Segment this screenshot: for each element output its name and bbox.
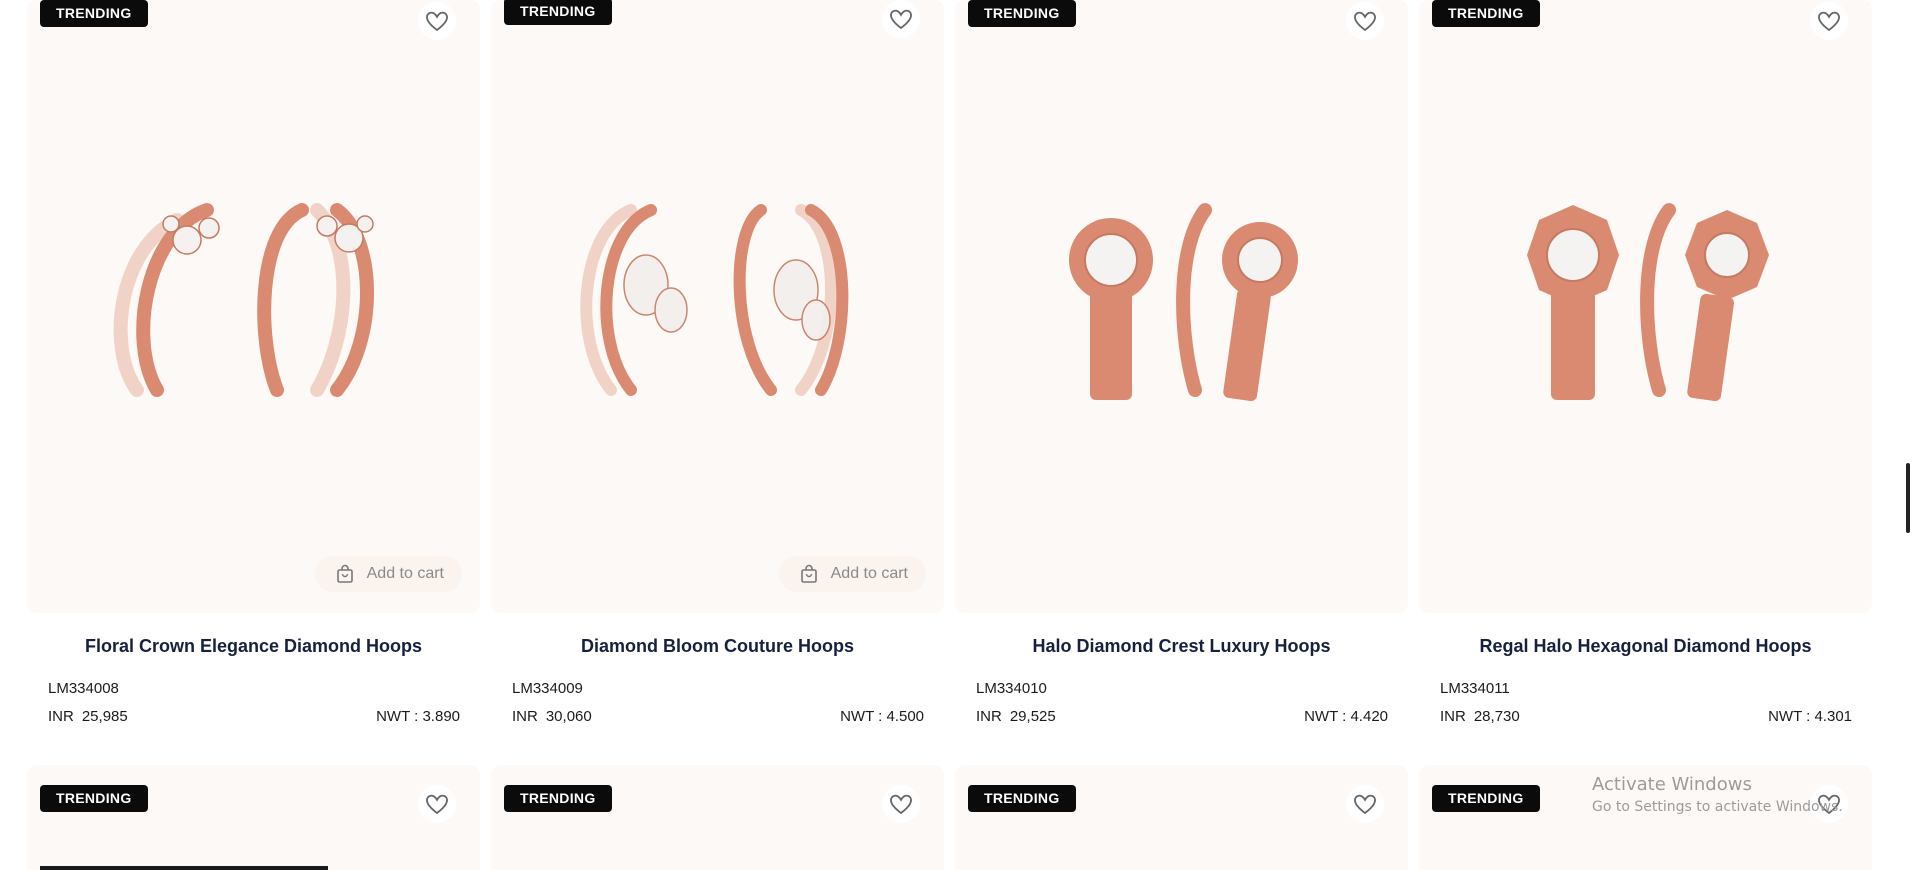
bottom-progress-bar [40, 866, 328, 870]
wishlist-button[interactable] [1346, 2, 1384, 40]
page-scrollbar[interactable] [1900, 0, 1912, 870]
product-nwt: NWT : 4.301 [1768, 708, 1852, 725]
price-value: 30,060 [545, 708, 592, 725]
currency: INR [512, 708, 538, 725]
product-sku: LM334008 [48, 680, 119, 697]
product-price: INR 25,985 [48, 708, 128, 725]
earring-image [1069, 203, 1298, 402]
product-nwt: NWT : 4.500 [840, 708, 924, 725]
product-image-area[interactable] [1419, 0, 1872, 613]
price-value: 28,730 [1473, 708, 1520, 725]
product-sku: LM334010 [976, 680, 1047, 697]
price-value: 29,525 [1009, 708, 1056, 725]
wishlist-button[interactable] [1810, 2, 1848, 40]
add-to-cart-label: Add to cart [830, 565, 908, 582]
product-price: INR 28,730 [1440, 708, 1520, 725]
product-image-area[interactable]: Add to cart [27, 0, 480, 613]
price-value: 25,985 [81, 708, 128, 725]
product-price: INR 29,525 [976, 708, 1056, 725]
shopping-bag-icon [336, 564, 353, 583]
activate-windows-watermark: Activate Windows Go to Settings to activ… [1592, 774, 1843, 815]
product-nwt: NWT : 4.420 [1304, 708, 1388, 725]
scrollbar-thumb[interactable] [1906, 463, 1910, 533]
trending-badge: TRENDING [504, 785, 612, 812]
heart-outline-icon [426, 11, 448, 32]
trending-badge: TRENDING [968, 0, 1076, 27]
currency: INR [976, 708, 1002, 725]
earring-image [113, 203, 374, 397]
heart-outline-icon [1818, 11, 1840, 32]
earring-image [580, 204, 849, 396]
trending-badge: TRENDING [1432, 785, 1540, 812]
product-image-area[interactable] [491, 765, 944, 870]
product-title[interactable]: Halo Diamond Crest Luxury Hoops [955, 636, 1408, 657]
product-image-area[interactable] [955, 765, 1408, 870]
wishlist-button[interactable] [882, 0, 920, 38]
trending-badge: TRENDING [40, 785, 148, 812]
trending-badge: TRENDING [1432, 0, 1540, 27]
currency: INR [1440, 708, 1466, 725]
wishlist-button[interactable] [418, 785, 456, 823]
add-to-cart-label: Add to cart [366, 565, 444, 582]
wishlist-button[interactable] [882, 785, 920, 823]
wishlist-button[interactable] [1346, 785, 1384, 823]
watermark-title: Activate Windows [1592, 774, 1752, 795]
product-title[interactable]: Diamond Bloom Couture Hoops [491, 636, 944, 657]
add-to-cart-button[interactable]: Add to cart [314, 556, 462, 592]
product-sku: LM334011 [1440, 680, 1510, 697]
product-title[interactable]: Floral Crown Elegance Diamond Hoops [27, 636, 480, 657]
heart-outline-icon [890, 794, 912, 815]
watermark-subtitle: Go to Settings to activate Windows. [1592, 799, 1843, 815]
add-to-cart-button[interactable]: Add to cart [778, 556, 926, 592]
heart-outline-icon [1354, 11, 1376, 32]
earring-image [1527, 203, 1769, 402]
wishlist-button[interactable] [418, 2, 456, 40]
shopping-bag-icon [800, 564, 817, 583]
trending-badge: TRENDING [968, 785, 1076, 812]
product-image-area[interactable] [955, 0, 1408, 613]
product-title[interactable]: Regal Halo Hexagonal Diamond Hoops [1419, 636, 1872, 657]
currency: INR [48, 708, 74, 725]
product-nwt: NWT : 3.890 [376, 708, 460, 725]
heart-outline-icon [426, 794, 448, 815]
product-image-area[interactable] [27, 765, 480, 870]
trending-badge: TRENDING [40, 0, 148, 27]
product-sku: LM334009 [512, 680, 583, 697]
heart-outline-icon [890, 9, 912, 30]
heart-outline-icon [1354, 794, 1376, 815]
product-price: INR 30,060 [512, 708, 592, 725]
product-image-area[interactable]: Add to cart [491, 0, 944, 613]
trending-badge: TRENDING [504, 0, 612, 25]
